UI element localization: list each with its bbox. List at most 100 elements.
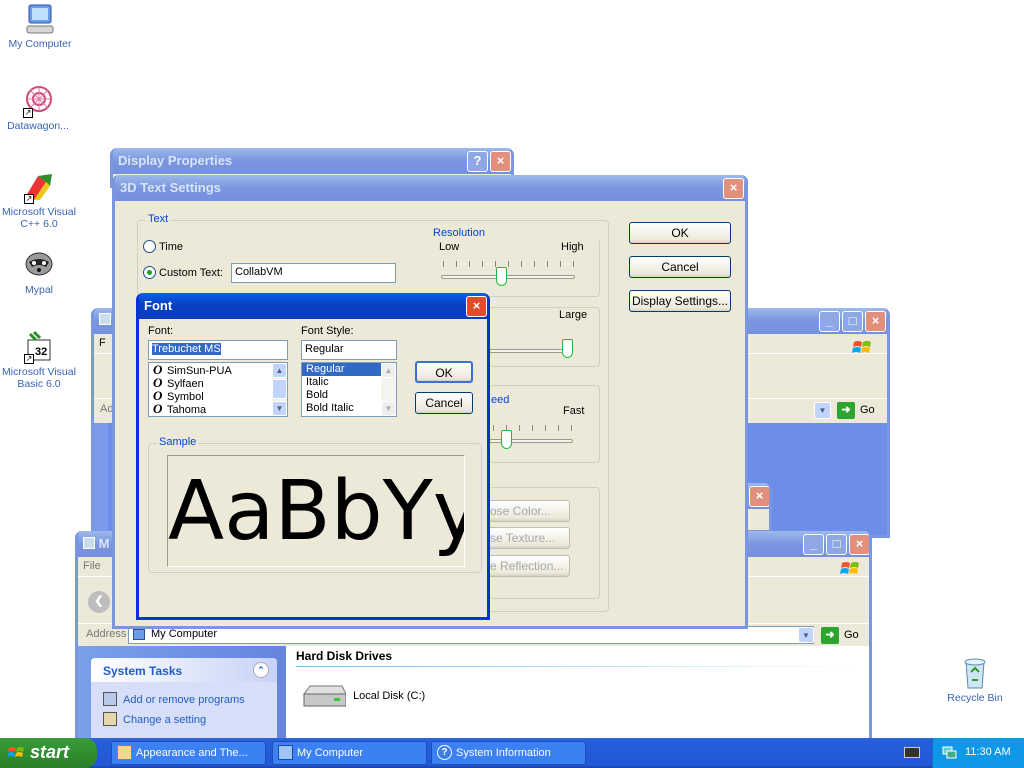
font-list-item[interactable]: O Sylfaen — [149, 376, 287, 390]
help-button[interactable]: ? — [467, 151, 488, 172]
close-button[interactable]: × — [865, 311, 886, 332]
size-slider-thumb[interactable] — [562, 339, 573, 358]
system-tasks-header[interactable]: System Tasks ⌃ — [91, 658, 277, 682]
menu-file[interactable]: F — [99, 337, 106, 349]
minimize-button[interactable]: _ — [803, 534, 824, 555]
taskbar-item-label: Appearance and The... — [136, 747, 248, 759]
font-list-scrollbar[interactable]: ▲ ▼ — [272, 363, 287, 416]
dialog-title: Font — [144, 298, 173, 313]
hard-drive-icon — [300, 684, 347, 708]
taskbar-item-my-computer[interactable]: My Computer — [272, 741, 427, 765]
choose-color-button[interactable]: ose Color... — [485, 500, 570, 522]
choose-reflection-button[interactable]: e Reflection... — [485, 555, 570, 577]
close-button[interactable]: × — [723, 178, 744, 199]
font-list-item[interactable]: O SimSun-PUA — [149, 363, 287, 377]
address-value: My Computer — [151, 628, 218, 640]
desktop-icon-visual-cpp[interactable]: ↗ Microsoft Visual C++ 6.0 — [0, 170, 80, 230]
drive-local-disk[interactable]: Local Disk (C:) — [300, 684, 425, 708]
cancel-button[interactable]: Cancel — [629, 256, 731, 278]
task-add-remove-programs[interactable]: Add or remove programs — [103, 692, 245, 706]
keyboard-icon[interactable] — [904, 747, 920, 758]
close-button[interactable]: × — [490, 151, 511, 172]
title-bar[interactable]: Display Properties ? × — [113, 148, 511, 174]
resolution-low-label: Low — [439, 241, 460, 253]
window-title: M — [98, 536, 110, 551]
desktop-icon-mypal[interactable]: Mypal — [0, 248, 79, 296]
visual-cpp-icon: ↗ — [22, 170, 56, 204]
task-label: Change a setting — [123, 714, 207, 726]
display-settings-button[interactable]: Display Settings... — [629, 290, 731, 312]
resolution-slider-thumb[interactable] — [496, 267, 508, 286]
mypal-raccoon-icon — [22, 248, 56, 282]
desktop-icon-datawagon[interactable]: ↗ Datawagon... — [0, 84, 78, 132]
choose-texture-button[interactable]: se Texture... — [485, 527, 570, 549]
go-arrow-icon[interactable]: ➜ — [837, 402, 855, 419]
resolution-slider-track[interactable] — [441, 275, 575, 279]
ok-button[interactable]: OK — [415, 361, 473, 383]
font-name-input[interactable]: Trebuchet MS — [148, 340, 288, 360]
font-style-list[interactable]: Regular Italic Bold Bold Italic ▲ ▼ — [301, 362, 397, 417]
close-button[interactable]: × — [466, 296, 487, 317]
font-label: Font: — [148, 325, 174, 337]
font-list-item[interactable]: O Symbol — [149, 389, 287, 403]
go-label[interactable]: Go — [844, 629, 859, 641]
time-radio[interactable] — [143, 240, 156, 253]
network-icon[interactable] — [942, 745, 957, 760]
start-button[interactable]: start — [0, 738, 97, 768]
clock[interactable]: 11:30 AM — [965, 746, 1011, 758]
speed-slider-thumb[interactable] — [500, 430, 512, 449]
taskbar-item-label: My Computer — [297, 747, 364, 759]
taskbar-item-system-information[interactable]: ? System Information — [431, 741, 586, 765]
ok-button[interactable]: OK — [629, 222, 731, 244]
sample-preview: AaBbYy — [167, 455, 465, 567]
close-button[interactable]: × — [849, 534, 869, 555]
shortcut-arrow-icon: ↗ — [24, 194, 34, 204]
taskbar-item-appearance[interactable]: Appearance and The... — [111, 741, 266, 765]
go-arrow-icon[interactable]: ➜ — [821, 627, 839, 644]
go-label[interactable]: Go — [860, 404, 875, 416]
desktop-icon-visual-basic[interactable]: 32 ↗ Microsoft Visual Basic 6.0 — [0, 330, 80, 390]
address-dropdown-icon[interactable]: ▼ — [814, 402, 831, 419]
computer-icon — [23, 2, 57, 36]
collapse-chevron-icon[interactable]: ⌃ — [253, 662, 269, 678]
desktop-icon-label: Microsoft Visual Basic 6.0 — [2, 366, 76, 390]
font-style-input[interactable]: Regular — [301, 340, 397, 360]
custom-text-input[interactable]: CollabVM — [231, 263, 396, 283]
task-change-setting[interactable]: Change a setting — [103, 712, 206, 726]
control-panel-icon — [103, 712, 117, 726]
shortcut-arrow-icon: ↗ — [24, 354, 34, 364]
scroll-down-icon[interactable]: ▼ — [272, 401, 287, 416]
maximize-button[interactable]: □ — [826, 534, 847, 555]
custom-text-radio[interactable] — [143, 266, 156, 279]
close-button[interactable]: × — [749, 486, 769, 507]
scroll-thumb[interactable] — [272, 379, 287, 399]
font-dialog[interactable]: Font × Font: Trebuchet MS O SimSun-PUA OS… — [136, 293, 490, 620]
desktop-icon-my-computer[interactable]: My Computer — [0, 2, 80, 50]
desktop-icon-recycle-bin[interactable]: Recycle Bin — [935, 656, 1015, 704]
system-tasks-title: System Tasks — [103, 664, 183, 678]
cancel-button[interactable]: Cancel — [415, 392, 473, 414]
title-bar[interactable]: 3D Text Settings × — [115, 175, 745, 201]
maximize-button[interactable]: □ — [842, 311, 863, 332]
system-tray: 11:30 AM — [932, 738, 1024, 768]
dialog-title: 3D Text Settings — [120, 180, 221, 195]
font-list-item[interactable]: O Tahoma — [149, 402, 287, 416]
font-list[interactable]: O SimSun-PUA O Sylfaen O Symbol O Tahoma ▲ ▼ — [148, 362, 288, 417]
scroll-up-icon[interactable]: ▲ — [272, 363, 287, 378]
back-button[interactable]: ❮ — [88, 591, 110, 613]
windows-logo-icon — [852, 338, 876, 360]
minimize-button[interactable]: _ — [819, 311, 840, 332]
scroll-up-icon[interactable]: ▲ — [381, 363, 396, 378]
address-dropdown-icon[interactable]: ▼ — [798, 627, 814, 643]
time-radio-label: Time — [159, 241, 184, 253]
style-list-scrollbar[interactable]: ▲ ▼ — [381, 363, 396, 416]
help-icon: ? — [437, 745, 452, 760]
scroll-down-icon[interactable]: ▼ — [381, 401, 396, 416]
programs-icon — [103, 692, 117, 706]
taskbar: start Appearance and The... My Computer … — [0, 738, 1024, 768]
title-bar[interactable]: Font × — [139, 293, 487, 319]
resolution-ticks — [443, 261, 575, 267]
computer-icon — [133, 629, 145, 640]
menu-file[interactable]: File — [83, 560, 101, 572]
size-slider-track[interactable] — [489, 349, 573, 353]
